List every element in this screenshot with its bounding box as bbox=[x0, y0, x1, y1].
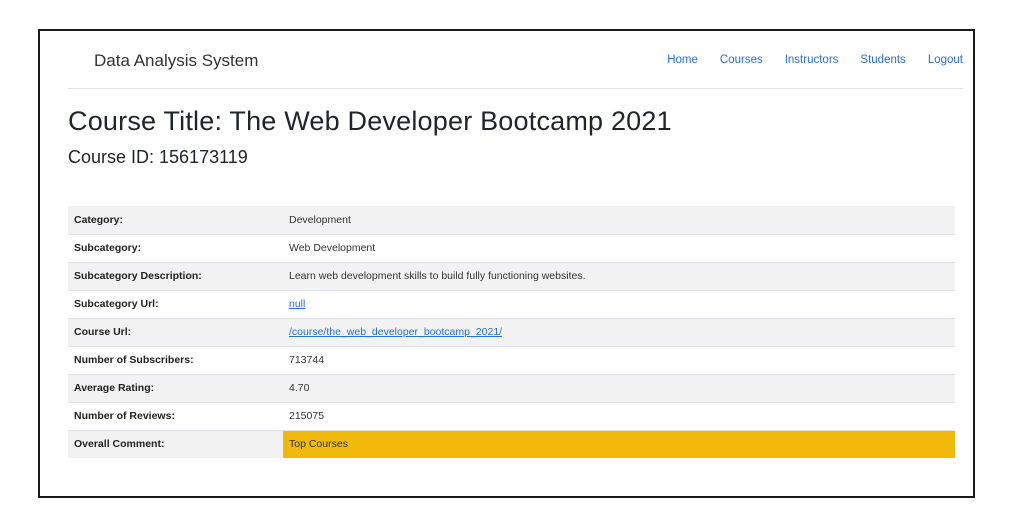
brand-link[interactable]: Data Analysis System bbox=[94, 51, 258, 71]
page-title: Course Title: The Web Developer Bootcamp… bbox=[68, 106, 672, 136]
course-id-heading: Course ID: 156173119 bbox=[68, 147, 248, 167]
row-value-cell: /course/the_web_developer_bootcamp_2021/ bbox=[283, 317, 955, 346]
row-label: Number of Subscribers: bbox=[68, 345, 283, 374]
table-row-subcategory-url: Subcategory Url: null bbox=[68, 289, 955, 318]
nav-courses-link[interactable]: Courses bbox=[720, 54, 763, 66]
row-value: Development bbox=[283, 206, 955, 234]
row-label: Course Url: bbox=[68, 317, 283, 346]
row-value: Learn web development skills to build fu… bbox=[283, 261, 955, 290]
row-value: 215075 bbox=[283, 401, 955, 430]
table-row-subcategory-description: Subcategory Description: Learn web devel… bbox=[68, 261, 955, 290]
subcategory-url-link[interactable]: null bbox=[289, 298, 305, 310]
row-value-cell: null bbox=[283, 289, 955, 318]
table-row-average-rating: Average Rating: 4.70 bbox=[68, 373, 955, 402]
table-row-subscribers: Number of Subscribers: 713744 bbox=[68, 345, 955, 374]
row-label: Number of Reviews: bbox=[68, 401, 283, 430]
row-label: Subcategory Description: bbox=[68, 261, 283, 290]
course-url-link[interactable]: /course/the_web_developer_bootcamp_2021/ bbox=[289, 326, 502, 338]
row-label: Category: bbox=[68, 206, 283, 234]
row-value: 713744 bbox=[283, 345, 955, 374]
row-label: Subcategory Url: bbox=[68, 289, 283, 318]
nav-logout-link[interactable]: Logout bbox=[928, 54, 963, 66]
navbar: Data Analysis System Home Courses Instru… bbox=[68, 31, 963, 89]
browser-frame: Data Analysis System Home Courses Instru… bbox=[38, 29, 975, 498]
table-row-reviews: Number of Reviews: 215075 bbox=[68, 401, 955, 430]
table-row-overall-comment: Overall Comment: Top Courses bbox=[68, 429, 955, 458]
row-value: Web Development bbox=[283, 233, 955, 262]
nav-students-link[interactable]: Students bbox=[860, 54, 905, 66]
row-label: Subcategory: bbox=[68, 233, 283, 262]
table-row-subcategory: Subcategory: Web Development bbox=[68, 233, 955, 262]
table-row-course-url: Course Url: /course/the_web_developer_bo… bbox=[68, 317, 955, 346]
nav-home-link[interactable]: Home bbox=[667, 54, 698, 66]
row-label: Average Rating: bbox=[68, 373, 283, 402]
row-value: 4.70 bbox=[283, 373, 955, 402]
row-label: Overall Comment: bbox=[68, 429, 283, 458]
table-row-category: Category: Development bbox=[68, 206, 955, 234]
nav-links: Home Courses Instructors Students Logout bbox=[645, 54, 963, 66]
overall-comment-badge: Top Courses bbox=[283, 429, 955, 458]
course-details-table: Category: Development Subcategory: Web D… bbox=[68, 206, 955, 458]
nav-instructors-link[interactable]: Instructors bbox=[785, 54, 839, 66]
